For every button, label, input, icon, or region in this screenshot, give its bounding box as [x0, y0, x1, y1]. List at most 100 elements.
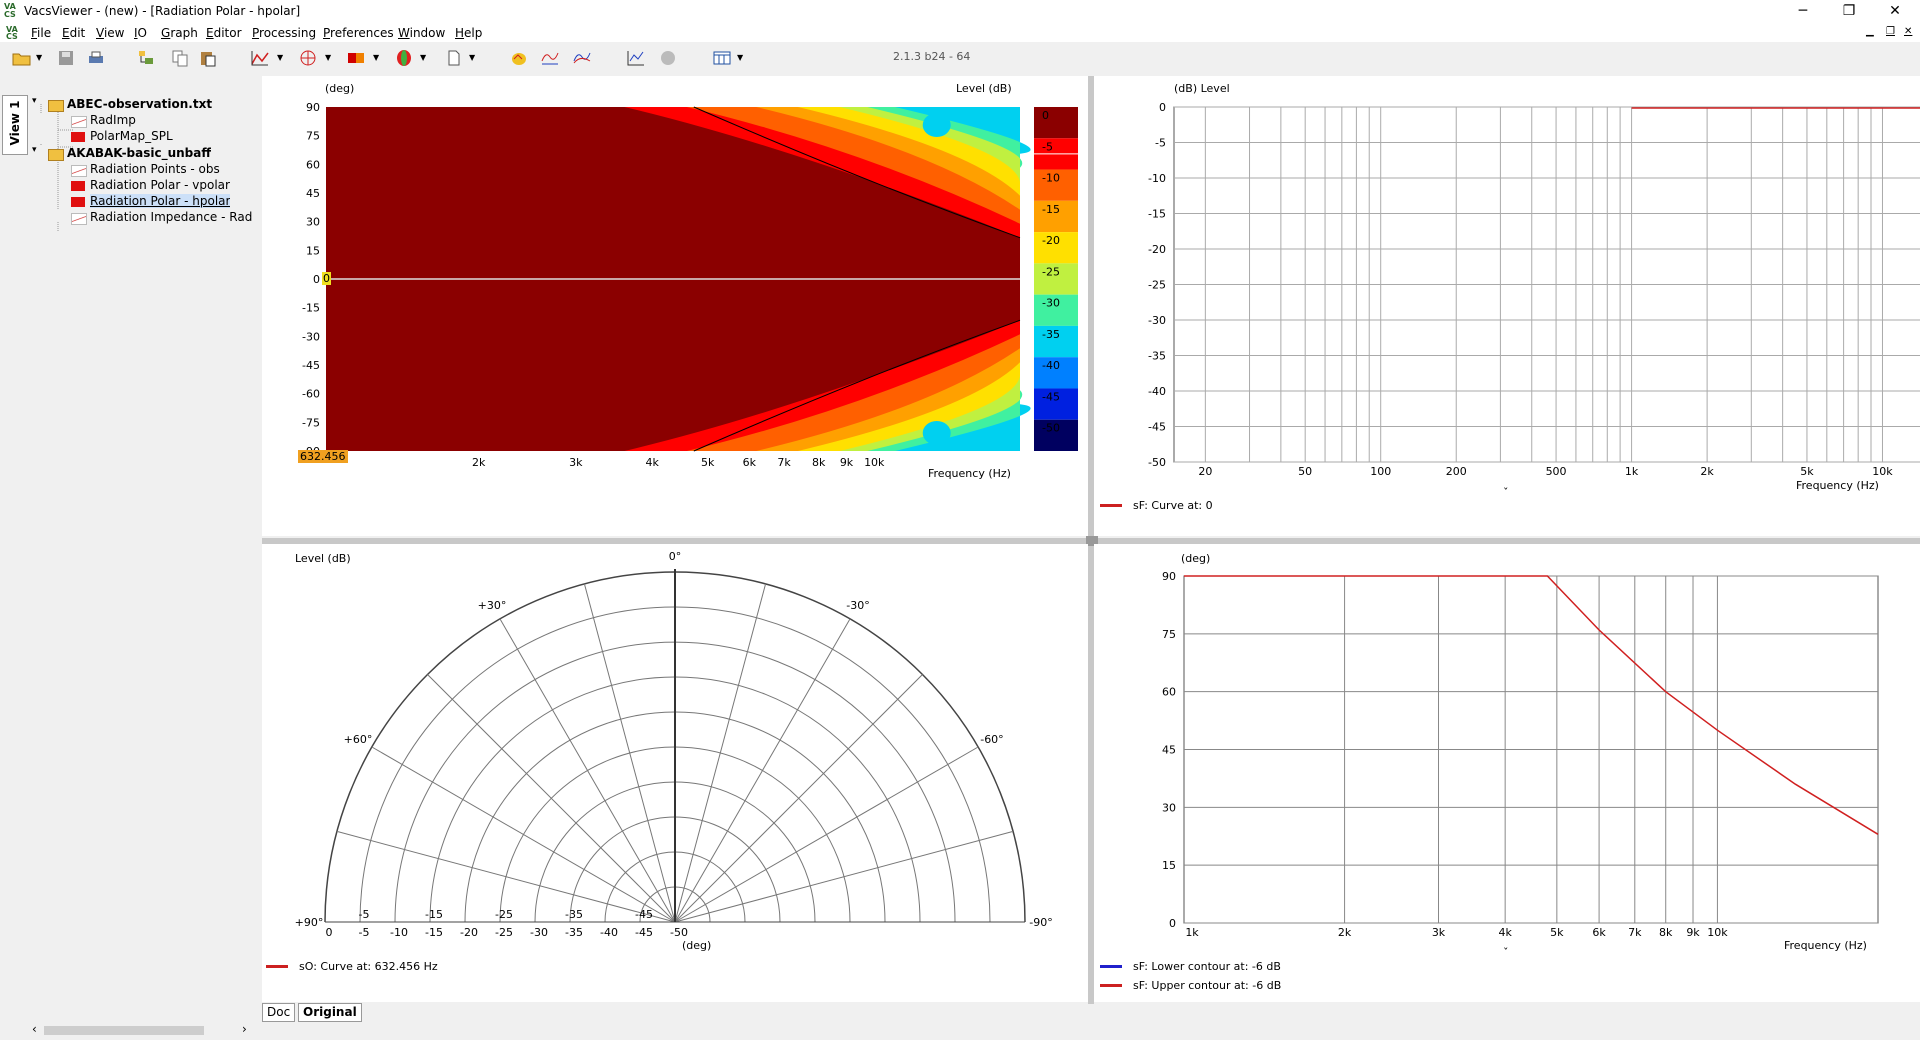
paste-icon[interactable] — [198, 49, 218, 67]
y-tick-label: 60 — [306, 158, 320, 171]
mdi-close-button[interactable]: ✕ — [1904, 26, 1912, 37]
tree-item-label[interactable]: ABEC-observation.txt — [67, 97, 212, 111]
tree-item-label[interactable]: Radiation Points - obs — [90, 162, 220, 176]
tree-item-label[interactable]: Radiation Polar - hpolar — [90, 194, 231, 209]
mdi-minimize-button[interactable]: ▁ — [1866, 26, 1874, 37]
cursor-frequency-readout[interactable]: 632.456 — [298, 450, 348, 463]
layout-dropdown-icon[interactable]: ▼ — [737, 53, 743, 62]
polar-spoke — [674, 618, 851, 923]
fr-x-unit: Frequency (Hz) — [1796, 479, 1879, 492]
bw-y-tick: 90 — [1162, 570, 1176, 583]
view-tab[interactable]: View 1 — [2, 95, 28, 155]
scroll-left-icon[interactable]: ‹ — [32, 1022, 37, 1036]
scroll-thumb[interactable] — [44, 1026, 204, 1035]
balloon-dropdown-icon[interactable]: ▼ — [420, 53, 426, 62]
polar-spoke — [674, 830, 1014, 923]
balloon-tool-icon[interactable] — [394, 49, 414, 67]
y-tick-label: 15 — [306, 244, 320, 257]
page-dropdown-icon[interactable]: ▼ — [469, 53, 475, 62]
menu-window[interactable]: Window — [398, 26, 445, 40]
fr-y-tick: -5 — [1155, 137, 1166, 150]
menu-preferences[interactable]: Preferences — [323, 26, 394, 40]
app-logo-icon: VA CS — [4, 2, 16, 19]
fr-chevron-icon[interactable]: ˇ — [1503, 486, 1509, 499]
compare-tool-icon[interactable] — [572, 49, 592, 67]
print-icon[interactable] — [86, 49, 106, 67]
process-tool-icon[interactable] — [510, 49, 530, 67]
tree-scrollbar[interactable]: ‹ › — [28, 1022, 256, 1038]
tree-item-label[interactable]: Radiation Polar - vpolar — [90, 178, 230, 192]
tree-expander-icon[interactable]: ▾ — [32, 145, 37, 155]
bw-x-tick: 5k — [1550, 926, 1564, 939]
polar-map-y-unit: (deg) — [325, 82, 355, 95]
polar-spoke — [674, 583, 767, 923]
new-page-icon[interactable] — [444, 49, 464, 67]
mdi-restore-button[interactable]: ❐ — [1886, 26, 1895, 37]
menu-processing[interactable]: Processing — [252, 26, 316, 40]
menu-help[interactable]: Help — [455, 26, 482, 40]
menu-edit[interactable]: Edit — [62, 26, 85, 40]
polar-dropdown-icon[interactable]: ▼ — [325, 53, 331, 62]
axis-tool-icon[interactable] — [626, 49, 646, 67]
polar-legend-label: sO: Curve at: 632.456 Hz — [299, 960, 438, 973]
tree-item-label[interactable]: RadImp — [90, 113, 136, 127]
y-tick-label: -45 — [302, 359, 320, 372]
polar-angle-label: -60° — [980, 733, 1003, 746]
stop-icon[interactable] — [658, 49, 678, 67]
colorbar-tick-label: 0 — [1042, 109, 1049, 122]
menu-graph[interactable]: Graph — [161, 26, 198, 40]
y-tick-label: 90 — [306, 101, 320, 114]
polar-spoke — [674, 746, 979, 923]
tree-item-label[interactable]: AKABAK-basic_unbaff — [67, 146, 211, 160]
polar-radial-label: -30 — [530, 926, 548, 939]
x-tick-label: 2k — [472, 456, 486, 469]
save-icon[interactable] — [56, 49, 76, 67]
open-folder-icon[interactable] — [12, 49, 32, 67]
polar-angle-label: +60° — [344, 733, 373, 746]
menu-io[interactable]: IO — [134, 26, 147, 40]
bw-x-tick: 9k — [1686, 926, 1700, 939]
polar-radial-label: -50 — [670, 926, 688, 939]
tab-doc[interactable]: Doc — [262, 1003, 296, 1022]
restore-button[interactable]: ❐ — [1826, 0, 1872, 24]
scroll-right-icon[interactable]: › — [242, 1022, 247, 1036]
bw-x-tick: 2k — [1338, 926, 1352, 939]
menu-editor[interactable]: Editor — [206, 26, 242, 40]
tree-tool-icon[interactable] — [136, 49, 156, 67]
fr-y-tick: 0 — [1159, 101, 1166, 114]
bw-legend-upper: sF: Upper contour at: -6 dB — [1133, 979, 1282, 992]
tree-expander-icon[interactable]: ▾ — [32, 96, 37, 106]
colorbar-segment — [1034, 107, 1078, 139]
line-graph-tool-icon[interactable] — [250, 49, 270, 67]
fr-x-tick: 50 — [1298, 465, 1312, 478]
beamwidth-panel: 90 75 60 45 30 15 0 1k 2k 3k 4k 5k 6k 7k 8k 9k 10k — [1094, 544, 1920, 1002]
beamwidth-svg: 90 75 60 45 30 15 0 1k 2k 3k 4k 5k 6k 7k 8k 9k 10k — [1162, 570, 1879, 939]
layout-grid-icon[interactable] — [712, 49, 732, 67]
polar-tool-icon[interactable] — [298, 49, 318, 67]
line-graph-dropdown-icon[interactable]: ▼ — [277, 53, 283, 62]
fr-x-tick: 200 — [1446, 465, 1467, 478]
colormap-icon — [71, 132, 85, 143]
fr-y-tick: -15 — [1148, 208, 1166, 221]
bw-y-tick: 15 — [1162, 859, 1176, 872]
polar-map-level-unit: Level (dB) — [956, 82, 1012, 95]
cursor-angle-readout[interactable]: 0 — [322, 272, 331, 285]
bw-chevron-icon[interactable]: ˇ — [1503, 946, 1509, 959]
colormap-dropdown-icon[interactable]: ▼ — [373, 53, 379, 62]
bw-x-unit: Frequency (Hz) — [1784, 939, 1867, 952]
polar-angle-label: 0° — [669, 550, 682, 563]
colormap-tool-icon[interactable] — [346, 49, 366, 67]
menu-view[interactable]: View — [96, 26, 124, 40]
polar-radial-inner-label: -15 — [425, 908, 443, 921]
tree-item-label[interactable]: Radiation Impedance - Rad — [90, 210, 252, 224]
menu-file[interactable]: File — [31, 26, 51, 40]
colormap-icon — [71, 197, 85, 208]
tab-original[interactable]: Original — [298, 1003, 362, 1022]
copy-icon[interactable] — [170, 49, 190, 67]
smooth-tool-icon[interactable] — [540, 49, 560, 67]
tree-item-label[interactable]: PolarMap_SPL — [90, 129, 173, 143]
minimize-button[interactable]: ─ — [1780, 0, 1826, 24]
polar-radial-label: -45 — [635, 926, 653, 939]
close-button[interactable]: ✕ — [1872, 0, 1918, 24]
open-dropdown-icon[interactable]: ▼ — [36, 53, 42, 62]
